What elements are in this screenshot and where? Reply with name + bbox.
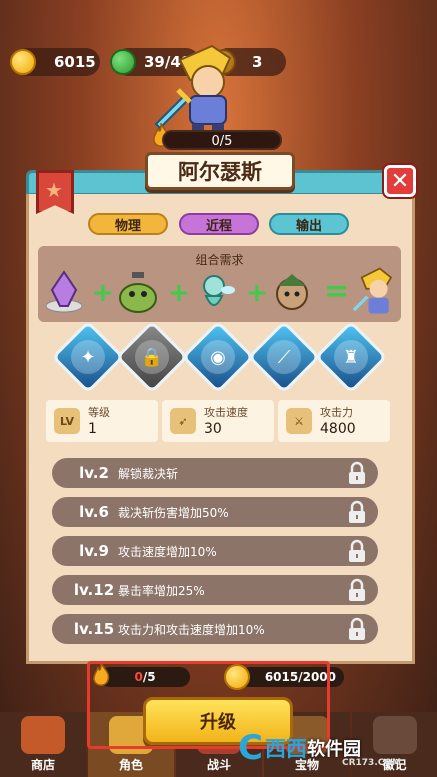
skill-slot-4[interactable]: ⟋ — [247, 320, 321, 394]
stat-level: LV 等级 1 — [46, 400, 158, 442]
tag-physical: 物理 — [88, 213, 168, 235]
hero-knight-icon[interactable] — [346, 264, 400, 318]
skill-slot-5[interactable]: ♜ — [314, 320, 388, 394]
stat-value: 4800 — [320, 421, 356, 437]
skill-slot-1[interactable]: ✦ — [51, 320, 125, 394]
hero-stats: LV 等级 1 ➶ 攻击速度 30 ⚔ 攻击力 4800 — [42, 400, 392, 446]
plus-icon: + — [92, 278, 114, 308]
level-row: lv.9 攻击速度增加10% — [52, 536, 378, 566]
close-button[interactable]: ✕ — [384, 165, 416, 197]
stat-label: 攻击力 — [320, 406, 353, 419]
skill-slot-2[interactable]: 🔒 — [115, 320, 189, 394]
level-description: 暴击率增加25% — [118, 584, 205, 598]
stat-value: 30 — [204, 421, 222, 437]
level-number: lv.6 — [79, 503, 109, 521]
stat-label: 等级 — [88, 406, 110, 419]
watermark-logo-icon: C — [238, 728, 263, 768]
level-description: 攻击速度增加10% — [118, 545, 217, 559]
level-description: 攻击力和攻击速度增加10% — [118, 623, 265, 637]
watermark: C 西西 软件园 CR173.COM — [238, 728, 428, 768]
nav-label: 战斗 — [206, 758, 231, 772]
skill-spirit-icon: ◉ — [201, 340, 235, 374]
crystal-icon[interactable] — [40, 268, 88, 316]
level-row: lv.12 暴击率增加25% — [52, 575, 378, 605]
level-description: 解锁裁决斩 — [118, 467, 179, 481]
combo-title: 组合需求 — [195, 253, 244, 267]
skill-shadow-icon: ✦ — [71, 340, 105, 374]
combo-requirements: 组合需求 + + + = — [38, 246, 401, 322]
stat-value: 1 — [88, 421, 97, 437]
lock-icon: 🔒 — [135, 340, 169, 374]
level-number: lv.12 — [73, 581, 115, 599]
level-number: lv.9 — [79, 542, 109, 560]
plus-icon: + — [168, 278, 190, 308]
gem-icon — [110, 49, 136, 75]
attack-speed-icon: ➶ — [170, 408, 196, 434]
nav-shop[interactable]: 商店 — [0, 712, 86, 777]
hero-tags: 物理 近程 输出 — [0, 213, 437, 235]
shop-icon — [21, 716, 65, 754]
skill-armor-icon: ♜ — [334, 340, 368, 374]
star-icon: ★ — [45, 178, 63, 202]
lock-icon — [349, 461, 365, 484]
tag-dps: 输出 — [269, 213, 349, 235]
hero-name-title: 阿尔瑟斯 — [145, 152, 295, 190]
skill-slot-3[interactable]: ◉ — [181, 320, 255, 394]
plus-icon: + — [246, 278, 268, 308]
coin-counter: 6015 — [10, 48, 100, 76]
coin-icon — [10, 49, 36, 75]
lock-icon — [349, 500, 365, 523]
skill-list: ✦ 🔒 ◉ ⟋ ♜ — [0, 320, 437, 394]
green-orc-icon[interactable] — [114, 268, 162, 316]
level-icon: LV — [54, 408, 80, 434]
level-description: 裁决斩伤害增加50% — [118, 506, 229, 520]
watermark-brand: 西西 — [264, 737, 307, 761]
skill-slash-icon: ⟋ — [267, 340, 301, 374]
lock-icon — [349, 578, 365, 601]
tag-melee: 近程 — [179, 213, 259, 235]
fairy-icon[interactable] — [190, 268, 238, 316]
nav-label: 商店 — [30, 758, 55, 772]
lock-icon — [349, 539, 365, 562]
attack-power-icon: ⚔ — [286, 408, 312, 434]
level-row: lv.2 解锁裁决斩 — [52, 458, 378, 488]
stat-attack-power: ⚔ 攻击力 4800 — [278, 400, 390, 442]
level-number: lv.2 — [79, 464, 109, 482]
close-icon: ✕ — [390, 168, 410, 194]
watermark-site: CR173.COM — [342, 758, 401, 768]
level-row: lv.15 攻击力和攻击速度增加10% — [52, 614, 378, 644]
goblin-icon[interactable] — [268, 268, 316, 316]
hero-xp-bar: 0/5 — [162, 130, 282, 150]
level-row: lv.6 裁决斩伤害增加50% — [52, 497, 378, 527]
stat-label: 攻击速度 — [204, 406, 248, 419]
level-number: lv.15 — [73, 620, 115, 638]
coin-value: 6015 — [54, 53, 96, 71]
stat-attack-speed: ➶ 攻击速度 30 — [162, 400, 274, 442]
lock-icon — [349, 617, 365, 640]
nav-label: 角色 — [118, 758, 143, 772]
